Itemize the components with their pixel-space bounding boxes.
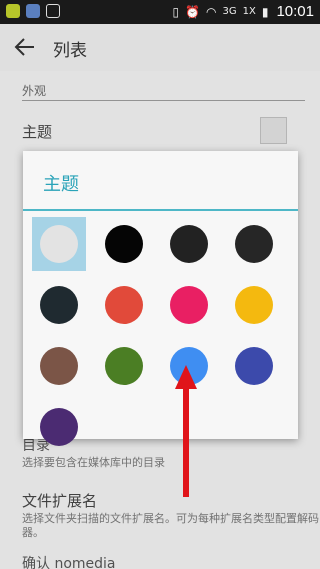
color-swatch <box>235 225 273 263</box>
color-option-brown[interactable] <box>32 339 86 393</box>
signal-label: 1X <box>242 6 256 17</box>
color-option-dark-gray[interactable] <box>162 217 216 271</box>
color-swatch <box>40 408 78 446</box>
notification-image-icon <box>46 4 60 18</box>
color-option-indigo[interactable] <box>227 339 281 393</box>
alarm-icon: ⏰ <box>185 4 201 19</box>
color-option-red[interactable] <box>97 278 151 332</box>
color-swatch <box>170 225 208 263</box>
color-option-pink[interactable] <box>162 278 216 332</box>
color-option-black[interactable] <box>97 217 151 271</box>
dialog-title: 主题 <box>43 174 79 195</box>
network-type: 3G <box>222 6 237 17</box>
color-swatch <box>235 286 273 324</box>
color-option-green[interactable] <box>97 339 151 393</box>
color-option-light-gray[interactable] <box>32 217 86 271</box>
color-swatch <box>105 286 143 324</box>
color-swatch <box>235 347 273 385</box>
color-swatch <box>40 347 78 385</box>
vibrate-icon: ▯ <box>172 4 180 19</box>
color-swatch <box>170 286 208 324</box>
battery-icon: ▮ <box>261 4 269 19</box>
color-swatch <box>40 225 78 263</box>
wifi-icon: ◠ <box>206 4 217 19</box>
color-swatch <box>105 347 143 385</box>
notification-app-icon <box>6 4 20 18</box>
notification-usb-icon <box>26 4 40 18</box>
color-option-deep-purple[interactable] <box>32 400 86 454</box>
color-swatch <box>40 286 78 324</box>
theme-dialog: 主题 <box>23 151 298 446</box>
clock: 10:01 <box>276 3 314 20</box>
color-swatch <box>105 225 143 263</box>
status-bar: ▯ ⏰ ◠ 3G 1X ▮ 10:01 <box>0 0 320 24</box>
color-option-amber[interactable] <box>227 278 281 332</box>
color-option-charcoal[interactable] <box>227 217 281 271</box>
dialog-title-divider <box>23 209 298 211</box>
annotation-arrow <box>175 365 197 497</box>
color-option-blue-gray-dark[interactable] <box>32 278 86 332</box>
